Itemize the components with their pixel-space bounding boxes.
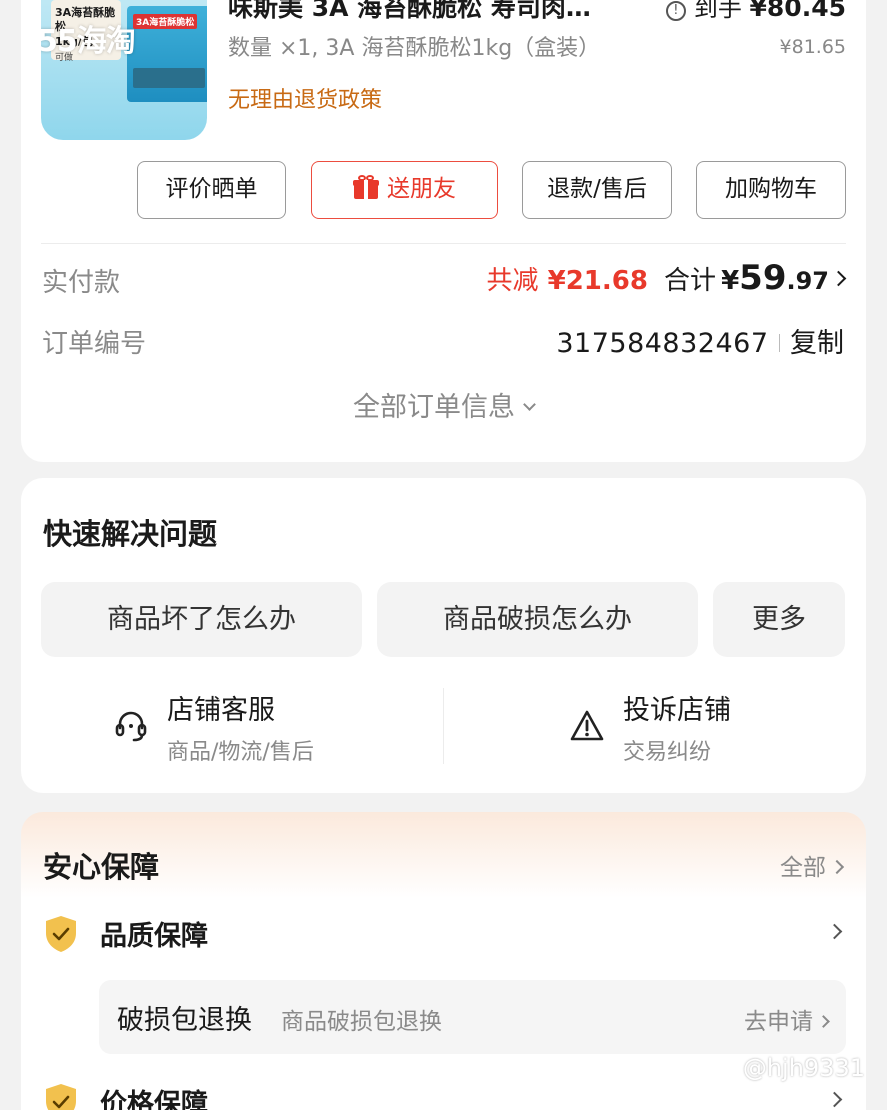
quick-solve-card: 快速解决问题 商品坏了怎么办 商品破损怎么办 更多 店铺客服 商品/物流/售后 … xyxy=(21,478,866,793)
damage-return-box[interactable]: 破损包退换 商品破损包退换 去申请 xyxy=(99,980,846,1054)
product-title[interactable]: 味斯美 3A 海苔酥脆松 寿司肉… xyxy=(228,0,648,24)
chip-more[interactable]: 更多 xyxy=(713,582,845,657)
discount: 共减 ¥21.68 xyxy=(487,266,648,296)
warning-icon xyxy=(570,710,604,741)
product-spec: 数量 ×1, 3A 海苔酥脆松1kg（盒装） xyxy=(228,36,601,61)
total-currency: ¥ xyxy=(721,266,740,296)
complain-shop-entry[interactable]: 投诉店铺 交易纠纷 xyxy=(569,686,849,768)
guarantee-all-label: 全部 xyxy=(780,855,826,881)
all-order-info-toggle[interactable]: 全部订单信息 xyxy=(21,385,866,424)
price-guarantee-row[interactable]: 价格保障 xyxy=(43,1080,844,1110)
guarantee-card: 安心保障 全部 品质保障 破损包退换 商品破损包退换 去申请 价格保障 xyxy=(21,812,866,1110)
box-label: 3A海苔酥脆松 xyxy=(133,14,198,29)
shop-service-entry[interactable]: 店铺客服 商品/物流/售后 xyxy=(113,686,413,768)
separator xyxy=(778,334,780,352)
complain-title: 投诉店铺 xyxy=(623,695,731,726)
return-policy[interactable]: 无理由退货政策 xyxy=(228,82,382,114)
shield-check-icon xyxy=(46,916,76,952)
arrive-price: ! 到手 ¥80.45 xyxy=(665,0,846,23)
arrive-price-label: 到手 xyxy=(693,0,742,22)
gift-button-label: 送朋友 xyxy=(387,176,456,202)
review-button[interactable]: 评价晒单 xyxy=(137,161,286,219)
box-stripe xyxy=(133,68,205,88)
info-icon[interactable]: ! xyxy=(665,1,686,21)
divider xyxy=(443,688,444,764)
gift-icon xyxy=(353,175,379,199)
complain-subtitle: 交易纠纷 xyxy=(623,740,712,765)
total-label: 合计 xyxy=(663,266,716,296)
total-integer: 59 xyxy=(739,258,787,298)
shop-service-subtitle: 商品/物流/售后 xyxy=(167,740,314,765)
product-box-image: 3A海苔酥脆松 xyxy=(127,6,207,102)
damage-return-label: 破损包退换 xyxy=(117,1005,252,1036)
chevron-right-icon xyxy=(826,1091,843,1108)
price-guarantee-label: 价格保障 xyxy=(100,1089,208,1110)
guarantee-title: 安心保障 xyxy=(43,850,160,884)
add-to-cart-button[interactable]: 加购物车 xyxy=(696,161,846,219)
divider xyxy=(41,243,846,244)
order-item-card: 3A海苔酥脆松 1kg/包 可做 3A海苔酥脆松 55海淘 味斯美 3A 海苔酥… xyxy=(21,0,866,462)
quick-solve-title: 快速解决问题 xyxy=(43,517,218,551)
chevron-right-icon xyxy=(826,923,843,940)
apply-label: 去申请 xyxy=(744,1009,813,1035)
paid-label: 实付款 xyxy=(42,268,121,298)
chevron-right-icon xyxy=(817,1015,830,1028)
order-number-label: 订单编号 xyxy=(42,329,147,359)
total-decimal: .97 xyxy=(786,267,829,295)
quality-guarantee-label: 品质保障 xyxy=(100,921,208,952)
chevron-down-icon xyxy=(523,398,536,411)
chip-broken-product[interactable]: 商品坏了怎么办 xyxy=(41,582,362,657)
shop-service-title: 店铺客服 xyxy=(167,695,275,726)
discount-label: 共减 xyxy=(486,266,539,296)
gift-friend-button[interactable]: 送朋友 xyxy=(311,161,498,219)
shield-check-icon xyxy=(46,1084,76,1110)
chevron-right-icon xyxy=(829,859,845,875)
chip-damaged-product[interactable]: 商品破损怎么办 xyxy=(377,582,698,657)
user-watermark: @hjh9331 xyxy=(742,1054,865,1082)
original-price: ¥81.65 xyxy=(779,36,846,58)
order-number-value: 317584832467 xyxy=(556,328,769,359)
guarantee-all-link[interactable]: 全部 xyxy=(780,848,845,882)
arrive-price-value: ¥80.45 xyxy=(749,0,846,22)
product-thumbnail[interactable]: 3A海苔酥脆松 1kg/包 可做 3A海苔酥脆松 55海淘 xyxy=(41,0,207,140)
brand-watermark: 55海淘 xyxy=(41,24,136,59)
apply-link[interactable]: 去申请 xyxy=(744,1002,830,1036)
quality-guarantee-row[interactable]: 品质保障 xyxy=(43,912,844,956)
all-order-info-label: 全部订单信息 xyxy=(353,392,515,423)
order-number: 317584832467 复制 xyxy=(556,321,844,360)
copy-button[interactable]: 复制 xyxy=(790,328,844,359)
headset-icon xyxy=(115,711,147,742)
discount-value: ¥21.68 xyxy=(547,266,648,296)
refund-button[interactable]: 退款/售后 xyxy=(522,161,672,219)
chevron-right-icon xyxy=(830,270,847,287)
payment-summary[interactable]: 共减 ¥21.68 合计 ¥59.97 xyxy=(487,258,847,298)
damage-return-desc: 商品破损包退换 xyxy=(281,1009,442,1035)
